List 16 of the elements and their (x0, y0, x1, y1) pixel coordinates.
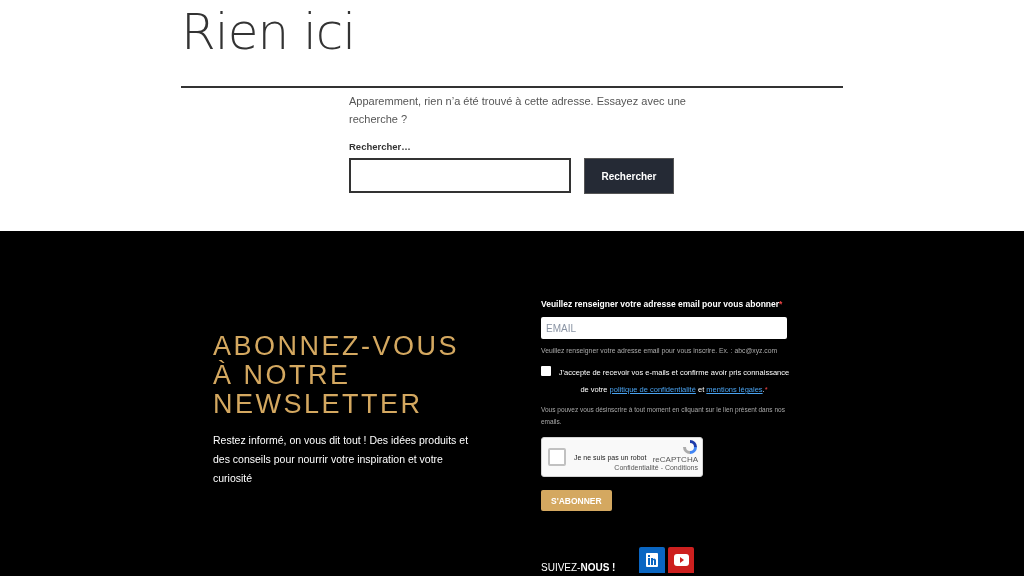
follow-us-label: SUIVEZ-NOUS ! (541, 562, 616, 573)
page-title: Rien ici (181, 4, 356, 60)
captcha-checkbox[interactable] (548, 448, 566, 466)
linkedin-icon[interactable] (639, 547, 666, 573)
recaptcha-brand: reCAPTCHA (652, 455, 698, 464)
search-label: Rechercher… (349, 141, 412, 152)
consent-checkbox[interactable] (541, 366, 551, 376)
email-field[interactable]: EMAIL (541, 317, 787, 339)
email-label: Veuillez renseigner votre adresse email pour vous abonner* (541, 299, 783, 309)
newsletter-intro: Restez informé, on vous dit tout ! Des idées produits et des conseils pour nourrir votre inspiration et votre curiosité (213, 433, 470, 486)
recaptcha-logo-icon (682, 439, 698, 455)
search-button[interactable]: Rechercher (584, 158, 674, 194)
newsletter-heading: ABONNEZ-VOUS À NOTRE NEWSLETTER (213, 332, 461, 419)
search-field[interactable] (349, 158, 571, 193)
not-found-message: Apparemment, rien n’a été trouvé à cette adresse. Essayez avec une recherche ? (349, 94, 687, 127)
youtube-icon[interactable] (668, 547, 695, 573)
